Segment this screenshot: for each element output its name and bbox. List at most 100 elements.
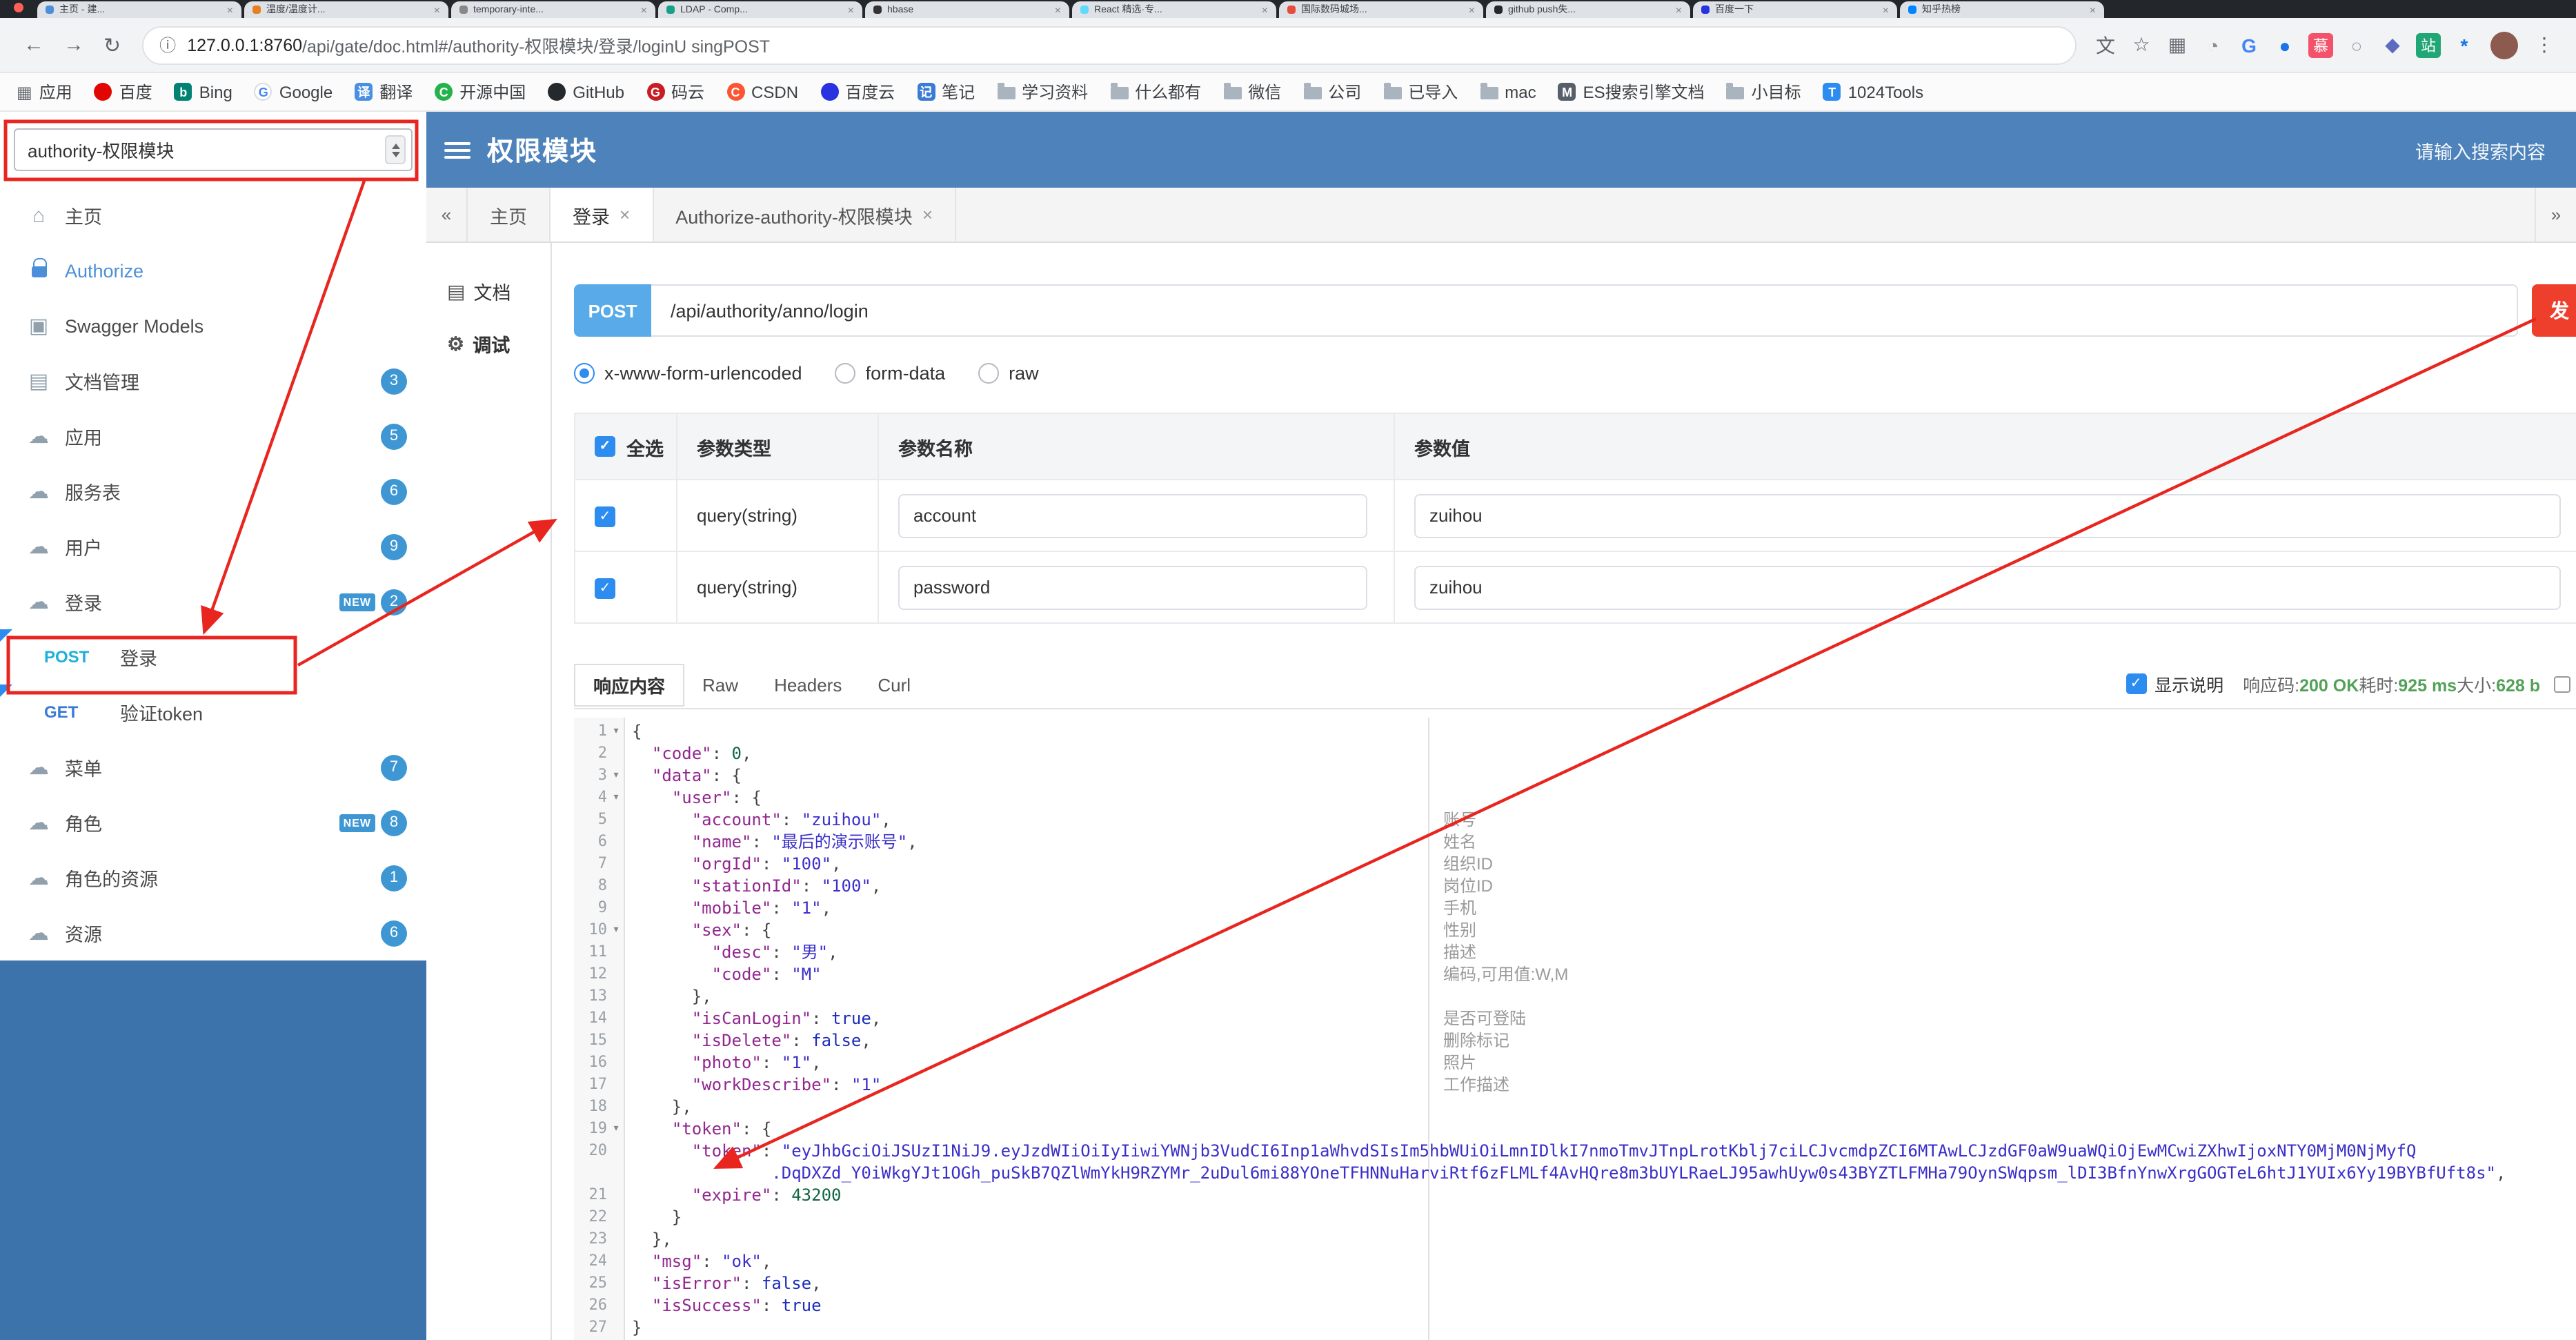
browser-tab[interactable]: React 精选·专... ×: [1072, 1, 1276, 18]
doc-nav-doc[interactable]: ▤ 文档: [426, 265, 551, 317]
browser-tab[interactable]: 百度一下 ×: [1693, 1, 1897, 18]
pinwheel-extension-icon[interactable]: *: [2452, 32, 2477, 57]
browser-tab[interactable]: 温度/温度计... ×: [244, 1, 448, 18]
tab-close-icon[interactable]: ×: [434, 3, 440, 16]
response-tab[interactable]: Headers: [756, 663, 860, 706]
search-placeholder[interactable]: 请输入搜索内容: [2415, 136, 2546, 164]
api-group-select[interactable]: authority-权限模块: [14, 128, 413, 171]
param-checkbox[interactable]: [595, 578, 615, 599]
response-body-viewer[interactable]: 账号 姓名 组织ID 岗位ID 手机 性别 描述 编码,可用值:W,M 是否可登陆 删除标记 照片工…: [574, 718, 2576, 1340]
browser-tab[interactable]: LDAP - Comp... ×: [658, 1, 862, 18]
sidebar-item-resource[interactable]: ☁ 资源 6: [0, 905, 426, 960]
browser-menu-icon[interactable]: ⋮: [2532, 32, 2557, 57]
sidebar-subitem-post-login[interactable]: POST 登录: [0, 629, 426, 684]
body-type-radio[interactable]: x-www-form-urlencoded: [574, 362, 802, 383]
fold-icon[interactable]: ▾: [607, 919, 625, 941]
tab-close-icon[interactable]: ×: [1469, 3, 1475, 16]
sidebar-item-user[interactable]: ☁ 用户 9: [0, 519, 426, 574]
tabs-scroll-right-icon[interactable]: »: [2535, 188, 2576, 242]
sidebar-item-login[interactable]: ☁ 登录 NEW 2: [0, 574, 426, 629]
blue-dot-extension-icon[interactable]: ●: [2272, 32, 2297, 57]
param-value-input[interactable]: [1414, 565, 2562, 609]
bookmark-item[interactable]: 记笔记: [917, 80, 975, 104]
sidebar-item-home[interactable]: ⌂ 主页: [0, 188, 426, 243]
fold-icon[interactable]: ▾: [607, 765, 625, 787]
browser-tab[interactable]: 主页 - 建... ×: [37, 1, 241, 18]
fold-icon[interactable]: ▾: [607, 787, 625, 809]
param-value-input[interactable]: [1414, 493, 2562, 538]
tab-close-icon[interactable]: ×: [227, 3, 233, 16]
request-url-input[interactable]: /api/authority/anno/login: [651, 284, 2518, 337]
address-bar[interactable]: ⓘ 127.0.0.1:8760/api/gate/doc.html#/auth…: [141, 26, 2077, 64]
page-info-icon[interactable]: ⓘ: [159, 33, 176, 57]
extension-clock-icon[interactable]: ◔: [2201, 32, 2226, 57]
bookmark-item[interactable]: GitHub: [548, 82, 624, 101]
bookmark-item[interactable]: M ES搜索引擎文档: [1558, 80, 1705, 104]
tab-close-icon[interactable]: ×: [922, 204, 933, 225]
fold-icon[interactable]: ▾: [607, 1118, 625, 1140]
tab-close-icon[interactable]: ×: [1676, 3, 1682, 16]
bookmark-item[interactable]: 已导入: [1383, 80, 1458, 104]
bookmark-item[interactable]: 百度云: [820, 80, 895, 104]
body-type-radio[interactable]: form-data: [835, 362, 945, 383]
sidebar-item-menu[interactable]: ☁ 菜单 7: [0, 740, 426, 795]
pink-extension-icon[interactable]: 慕: [2308, 32, 2333, 57]
bookmark-item[interactable]: 译翻译: [355, 80, 413, 104]
response-tab[interactable]: 响应内容: [574, 663, 685, 706]
bookmark-item[interactable]: 学习资料: [997, 80, 1088, 104]
bookmark-item[interactable]: C CSDN: [726, 82, 798, 101]
bookmark-item[interactable]: 公司: [1303, 80, 1361, 104]
tabs-scroll-left-icon[interactable]: «: [426, 188, 468, 242]
select-all-checkbox[interactable]: [595, 436, 615, 457]
sidebar-item-swagger-models[interactable]: ▣ Swagger Models: [0, 298, 426, 353]
back-button[interactable]: ←: [23, 33, 44, 57]
google-extension-icon[interactable]: G: [2237, 32, 2261, 57]
sidebar-item-doc-manage[interactable]: ▤ 文档管理 3: [0, 353, 426, 408]
menu-toggle-icon[interactable]: [444, 141, 470, 158]
response-tab[interactable]: Curl: [860, 663, 929, 706]
content-tab[interactable]: 主页: [468, 188, 551, 242]
bookmark-item[interactable]: 什么都有: [1110, 80, 1201, 104]
sidebar-item-app[interactable]: ☁ 应用 5: [0, 408, 426, 464]
body-type-radio[interactable]: raw: [978, 362, 1039, 383]
browser-tab[interactable]: github push失... ×: [1486, 1, 1690, 18]
bookmark-item[interactable]: 小目标: [1726, 80, 1801, 104]
translate-icon[interactable]: 文: [2093, 32, 2118, 57]
shield-extension-icon[interactable]: ◆: [2380, 32, 2405, 57]
send-button[interactable]: 发: [2532, 284, 2576, 337]
doc-nav-debug[interactable]: ⚙ 调试: [426, 317, 551, 370]
param-checkbox[interactable]: [595, 506, 615, 527]
circle-extension-icon[interactable]: ○: [2344, 32, 2369, 57]
sidebar-subitem-get-verify-token[interactable]: GET 验证token: [0, 684, 426, 740]
tab-close-icon[interactable]: ×: [620, 204, 630, 225]
reload-button[interactable]: ↻: [103, 32, 121, 57]
tab-close-icon[interactable]: ×: [1262, 3, 1268, 16]
bookmark-item[interactable]: 微信: [1223, 80, 1281, 104]
bookmark-item[interactable]: C 开源中国: [435, 80, 526, 104]
zhan-extension-icon[interactable]: 站: [2416, 32, 2441, 57]
tab-close-icon[interactable]: ×: [848, 3, 854, 16]
bookmark-item[interactable]: G 码云: [646, 80, 704, 104]
tab-close-icon[interactable]: ×: [2090, 3, 2096, 16]
sidebar-item-role[interactable]: ☁ 角色 NEW 8: [0, 795, 426, 850]
browser-tab[interactable]: hbase ×: [865, 1, 1069, 18]
sidebar-item-authorize[interactable]: Authorize: [0, 243, 426, 298]
tab-close-icon[interactable]: ×: [1055, 3, 1061, 16]
sidebar-item-service-table[interactable]: ☁ 服务表 6: [0, 464, 426, 519]
bookmark-item[interactable]: T 1024Tools: [1823, 82, 1923, 101]
param-name-input[interactable]: [898, 565, 1367, 609]
bookmark-item[interactable]: b Bing: [174, 82, 232, 101]
extension-grid-icon[interactable]: ▦: [2165, 32, 2190, 57]
bookmark-star-icon[interactable]: ☆: [2129, 32, 2154, 57]
browser-tab[interactable]: 知乎热榜 ×: [1900, 1, 2104, 18]
tab-close-icon[interactable]: ×: [641, 3, 647, 16]
tab-close-icon[interactable]: ×: [1883, 3, 1889, 16]
response-tab[interactable]: Raw: [684, 663, 756, 706]
fold-icon[interactable]: ▾: [607, 720, 625, 742]
profile-avatar[interactable]: [2490, 31, 2518, 59]
sidebar-item-role-resource[interactable]: ☁ 角色的资源 1: [0, 850, 426, 905]
bookmark-item[interactable]: mac: [1480, 82, 1536, 101]
browser-tab[interactable]: 国际数码城场... ×: [1279, 1, 1483, 18]
bookmark-item[interactable]: G Google: [254, 82, 333, 101]
bookmark-item[interactable]: ▦ 应用: [17, 80, 72, 104]
